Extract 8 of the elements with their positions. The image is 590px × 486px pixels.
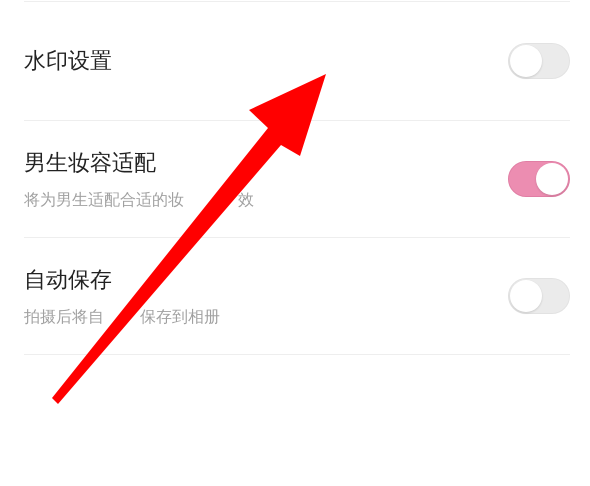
setting-title: 水印设置: [24, 48, 112, 76]
setting-description: 将为男生适配合适的妆: [24, 190, 184, 210]
setting-description: 效: [238, 190, 254, 210]
toggle-switch[interactable]: [508, 161, 570, 197]
setting-title: 自动保存: [24, 266, 113, 294]
setting-title: 男生妆容适配: [24, 150, 157, 178]
setting-description: 拍摄后将自: [24, 306, 104, 328]
setting-description: 保存到相册: [140, 306, 220, 328]
